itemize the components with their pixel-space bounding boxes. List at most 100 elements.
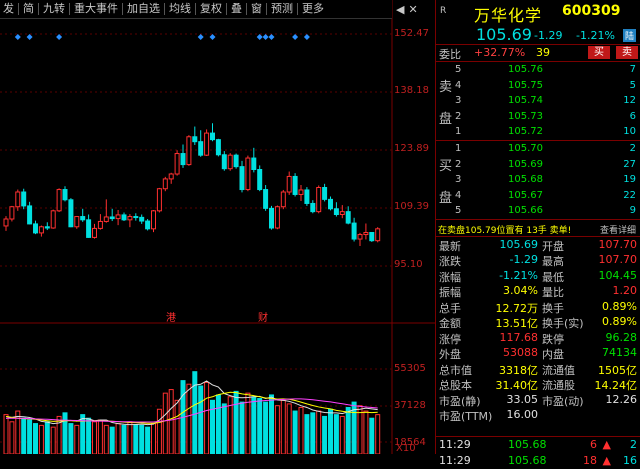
toolbar-button[interactable]: 均线 xyxy=(166,1,194,17)
up-arrow-icon: ▲ xyxy=(602,454,611,467)
price-change-pct: -1.21% xyxy=(576,29,615,42)
book-volume: 5 xyxy=(629,79,636,91)
volume-bar xyxy=(215,394,221,454)
chart-area[interactable]: 发简九转 重大事件 加自选 均线 复权叠窗预测 更多 ◀ ✕ 152.47 138.18 … xyxy=(0,0,435,454)
sell-book-row[interactable]: 3 105.74 12 xyxy=(436,93,640,109)
sell-button[interactable]: 卖 xyxy=(616,46,638,59)
toolbar-separator xyxy=(195,3,196,15)
candle-body xyxy=(280,191,286,208)
toolbar-separator xyxy=(246,3,247,15)
collapse-left-icon[interactable]: ◀ xyxy=(396,3,404,16)
candle-body xyxy=(357,234,363,240)
book-price: 105.66 xyxy=(508,205,543,217)
candle-body xyxy=(221,154,227,170)
volume-bar xyxy=(145,426,151,454)
candle-body xyxy=(168,173,174,180)
toolbar-button[interactable]: 九转 xyxy=(40,1,68,17)
volume-bar xyxy=(33,423,38,454)
volume-bar xyxy=(139,424,145,454)
event-diamond-icon xyxy=(209,34,216,40)
volume-bar xyxy=(328,408,333,454)
toolbar-button[interactable]: 发 xyxy=(0,1,17,17)
candle-body xyxy=(310,202,316,213)
volume-bar xyxy=(21,417,27,454)
buy-book-row[interactable]: 1 105.70 2 xyxy=(436,141,640,157)
book-volume: 27 xyxy=(623,158,636,170)
stock-header: R 万华化学 600309 xyxy=(436,0,640,25)
toolbar-button[interactable]: 加自选 xyxy=(124,1,163,17)
buy-book-row[interactable]: 5 105.66 9 xyxy=(436,203,640,219)
candle-body xyxy=(375,228,381,242)
candle-body xyxy=(44,226,50,229)
volume-bar xyxy=(274,405,280,454)
candle-body xyxy=(333,208,339,215)
stats-table: 最新 105.69 开盘 107.70 涨跌 -1.29 最高 107.70 涨幅 -1.21% 最… xyxy=(436,237,640,424)
candle-body xyxy=(210,132,215,141)
volume-bar xyxy=(151,423,156,454)
toolbar-separator xyxy=(164,3,165,15)
tick-volume: 6 xyxy=(590,438,597,451)
buy-book-row[interactable]: 4 105.67 22 xyxy=(436,188,640,204)
event-marker-hk[interactable]: 港 xyxy=(166,309,176,324)
stat-key: 市盈(TTM) xyxy=(439,410,493,424)
candle-body xyxy=(21,191,27,207)
price-change: -1.29 xyxy=(534,29,563,42)
toolbar-button[interactable]: 预测 xyxy=(268,1,296,17)
toolbar-button[interactable]: 叠 xyxy=(228,1,245,17)
price-axis-label: 95.10 xyxy=(394,259,423,270)
sell-book-row[interactable]: 4 105.75 5 xyxy=(436,78,640,94)
toolbar-button[interactable]: 重大事件 xyxy=(71,1,121,17)
volume-bar xyxy=(9,421,15,454)
event-marker-finance[interactable]: 财 xyxy=(258,309,268,324)
toolbar-button[interactable]: 简 xyxy=(20,1,37,17)
sell-book-row[interactable]: 2 105.73 6 xyxy=(436,109,640,125)
stat-row: 市盈(静) 33.05 市盈(动) 12.26 xyxy=(436,392,640,408)
candle-body xyxy=(92,227,97,238)
close-icon[interactable]: ✕ xyxy=(408,3,417,16)
buy-book-row[interactable]: 3 105.68 19 xyxy=(436,172,640,188)
toolbar-button[interactable]: 复权 xyxy=(197,1,225,17)
price-axis-label: 109.39 xyxy=(394,201,429,212)
buy-book-row[interactable]: 2 105.69 27 xyxy=(436,157,640,173)
toolbar-separator xyxy=(122,3,123,15)
candle-body xyxy=(180,153,186,166)
buy-button[interactable]: 买 xyxy=(588,46,610,59)
candle-body xyxy=(304,189,310,204)
stat-row: 最新 105.69 开盘 107.70 xyxy=(436,237,640,253)
kline-chart[interactable] xyxy=(0,0,435,454)
event-diamond-icon xyxy=(197,34,204,40)
stat-value: -1.21% xyxy=(499,268,538,282)
tick-time: 11:29 xyxy=(439,438,471,451)
toolbar-button[interactable]: 窗 xyxy=(248,1,265,17)
stat-value: 104.45 xyxy=(598,268,638,282)
candle-body xyxy=(80,216,86,221)
stat-value: -1.29 xyxy=(509,253,538,267)
stat-value: 0.89% xyxy=(602,299,637,313)
event-diamond-icon xyxy=(14,34,21,40)
stock-code: 600309 xyxy=(562,3,621,19)
volume-bar xyxy=(280,399,286,454)
volume-bar xyxy=(192,371,198,454)
toolbar-button[interactable]: 更多 xyxy=(299,1,327,17)
price-axis-label: 138.18 xyxy=(394,85,429,96)
candle-body xyxy=(103,216,109,222)
volume-bar xyxy=(86,417,92,454)
stat-value: 12.26 xyxy=(605,392,638,406)
volume-bar xyxy=(62,412,68,454)
candle-body xyxy=(62,189,68,201)
volume-bar xyxy=(133,423,139,454)
sell-book-row[interactable]: 5 105.76 7 xyxy=(436,62,640,78)
book-level: 2 xyxy=(455,110,462,122)
book-volume: 2 xyxy=(629,142,636,154)
price-axis-label: 123.89 xyxy=(394,143,429,154)
volume-bar xyxy=(204,381,210,454)
stat-row: 总市值 3318亿 流通值 1505亿 xyxy=(436,361,640,377)
volume-bar xyxy=(162,392,168,454)
candle-body xyxy=(369,232,375,242)
book-price: 105.75 xyxy=(508,79,543,91)
sell-book-row[interactable]: 1 105.72 10 xyxy=(436,124,640,140)
view-detail-link[interactable]: 查看详细 xyxy=(600,223,636,236)
stock-name: 万华化学 xyxy=(474,6,543,25)
toolbar-separator xyxy=(69,3,70,15)
stat-value: 107.70 xyxy=(598,253,638,267)
